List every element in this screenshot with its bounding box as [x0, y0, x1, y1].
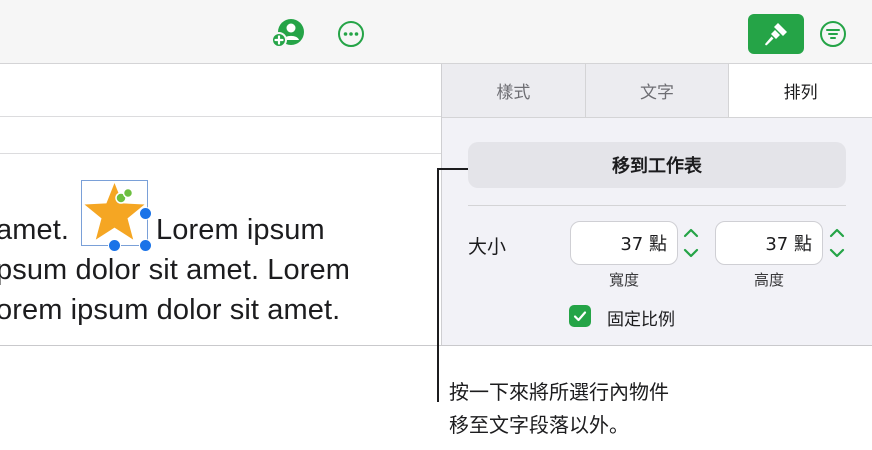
body-text[interactable]: amet. Lorem ipsum psum dolor sit amet. L…	[0, 64, 441, 345]
text-line-1-end: Lorem ipsum	[156, 214, 325, 246]
ellipsis-icon	[338, 21, 364, 47]
width-caption: 寬度	[608, 271, 639, 289]
more-button[interactable]	[334, 18, 368, 50]
callout-caption: 按一下來將所選行內物件 移至文字段落以外。	[449, 376, 669, 442]
text-line-1-start: amet.	[0, 214, 70, 246]
height-caption: 高度	[753, 271, 784, 289]
callout-line-1: 按一下來將所選行內物件	[449, 380, 669, 404]
inspector-tabs: 樣式 文字 排列	[442, 64, 872, 118]
resize-handle-top-right[interactable]	[139, 207, 152, 220]
pages-window: amet. Lorem ipsum psum dolor sit amet. L…	[0, 0, 872, 346]
height-stepper[interactable]	[826, 221, 848, 265]
size-label: 大小	[468, 236, 507, 258]
filter-lines-icon	[820, 21, 846, 47]
constrain-proportions-checkbox[interactable]	[569, 305, 591, 327]
width-field[interactable]: 37 點	[570, 221, 678, 265]
stepper-arrows-icon	[683, 228, 699, 258]
resize-handle-bottom-right[interactable]	[139, 239, 152, 252]
paintbrush-icon	[765, 23, 787, 46]
stepper-arrows-icon	[829, 228, 845, 258]
callout-line-2: 移至文字段落以外。	[449, 413, 629, 437]
move-to-sheet-button[interactable]: 移到工作表	[468, 142, 846, 188]
height-field[interactable]: 37 點	[715, 221, 823, 265]
tab-style[interactable]: 樣式	[442, 64, 586, 117]
callout-leader-tick	[437, 168, 468, 170]
width-stepper[interactable]	[680, 221, 702, 265]
organize-button[interactable]	[816, 17, 850, 51]
selection-box	[81, 180, 148, 246]
format-inspector: 樣式 文字 排列 移到工作表 大小 37 點 寬度 37 點 高度 固定比例	[442, 64, 872, 345]
section-divider	[468, 205, 846, 206]
tab-text[interactable]: 文字	[585, 64, 730, 117]
constrain-proportions-label: 固定比例	[607, 310, 675, 330]
tab-arrange[interactable]: 排列	[729, 64, 872, 117]
collaborate-button[interactable]	[268, 16, 308, 52]
checkmark-icon	[573, 311, 587, 322]
format-button[interactable]	[748, 14, 804, 54]
toolbar	[0, 0, 872, 64]
inline-star-object[interactable]	[81, 180, 152, 252]
callout-leader-line	[437, 168, 439, 402]
add-person-icon	[271, 19, 304, 48]
document-canvas[interactable]: amet. Lorem ipsum psum dolor sit amet. L…	[0, 64, 441, 345]
text-line-3: orem ipsum dolor sit amet.	[0, 294, 341, 326]
resize-handle-bottom-left[interactable]	[108, 239, 121, 252]
text-line-2: psum dolor sit amet. Lorem	[0, 254, 350, 286]
